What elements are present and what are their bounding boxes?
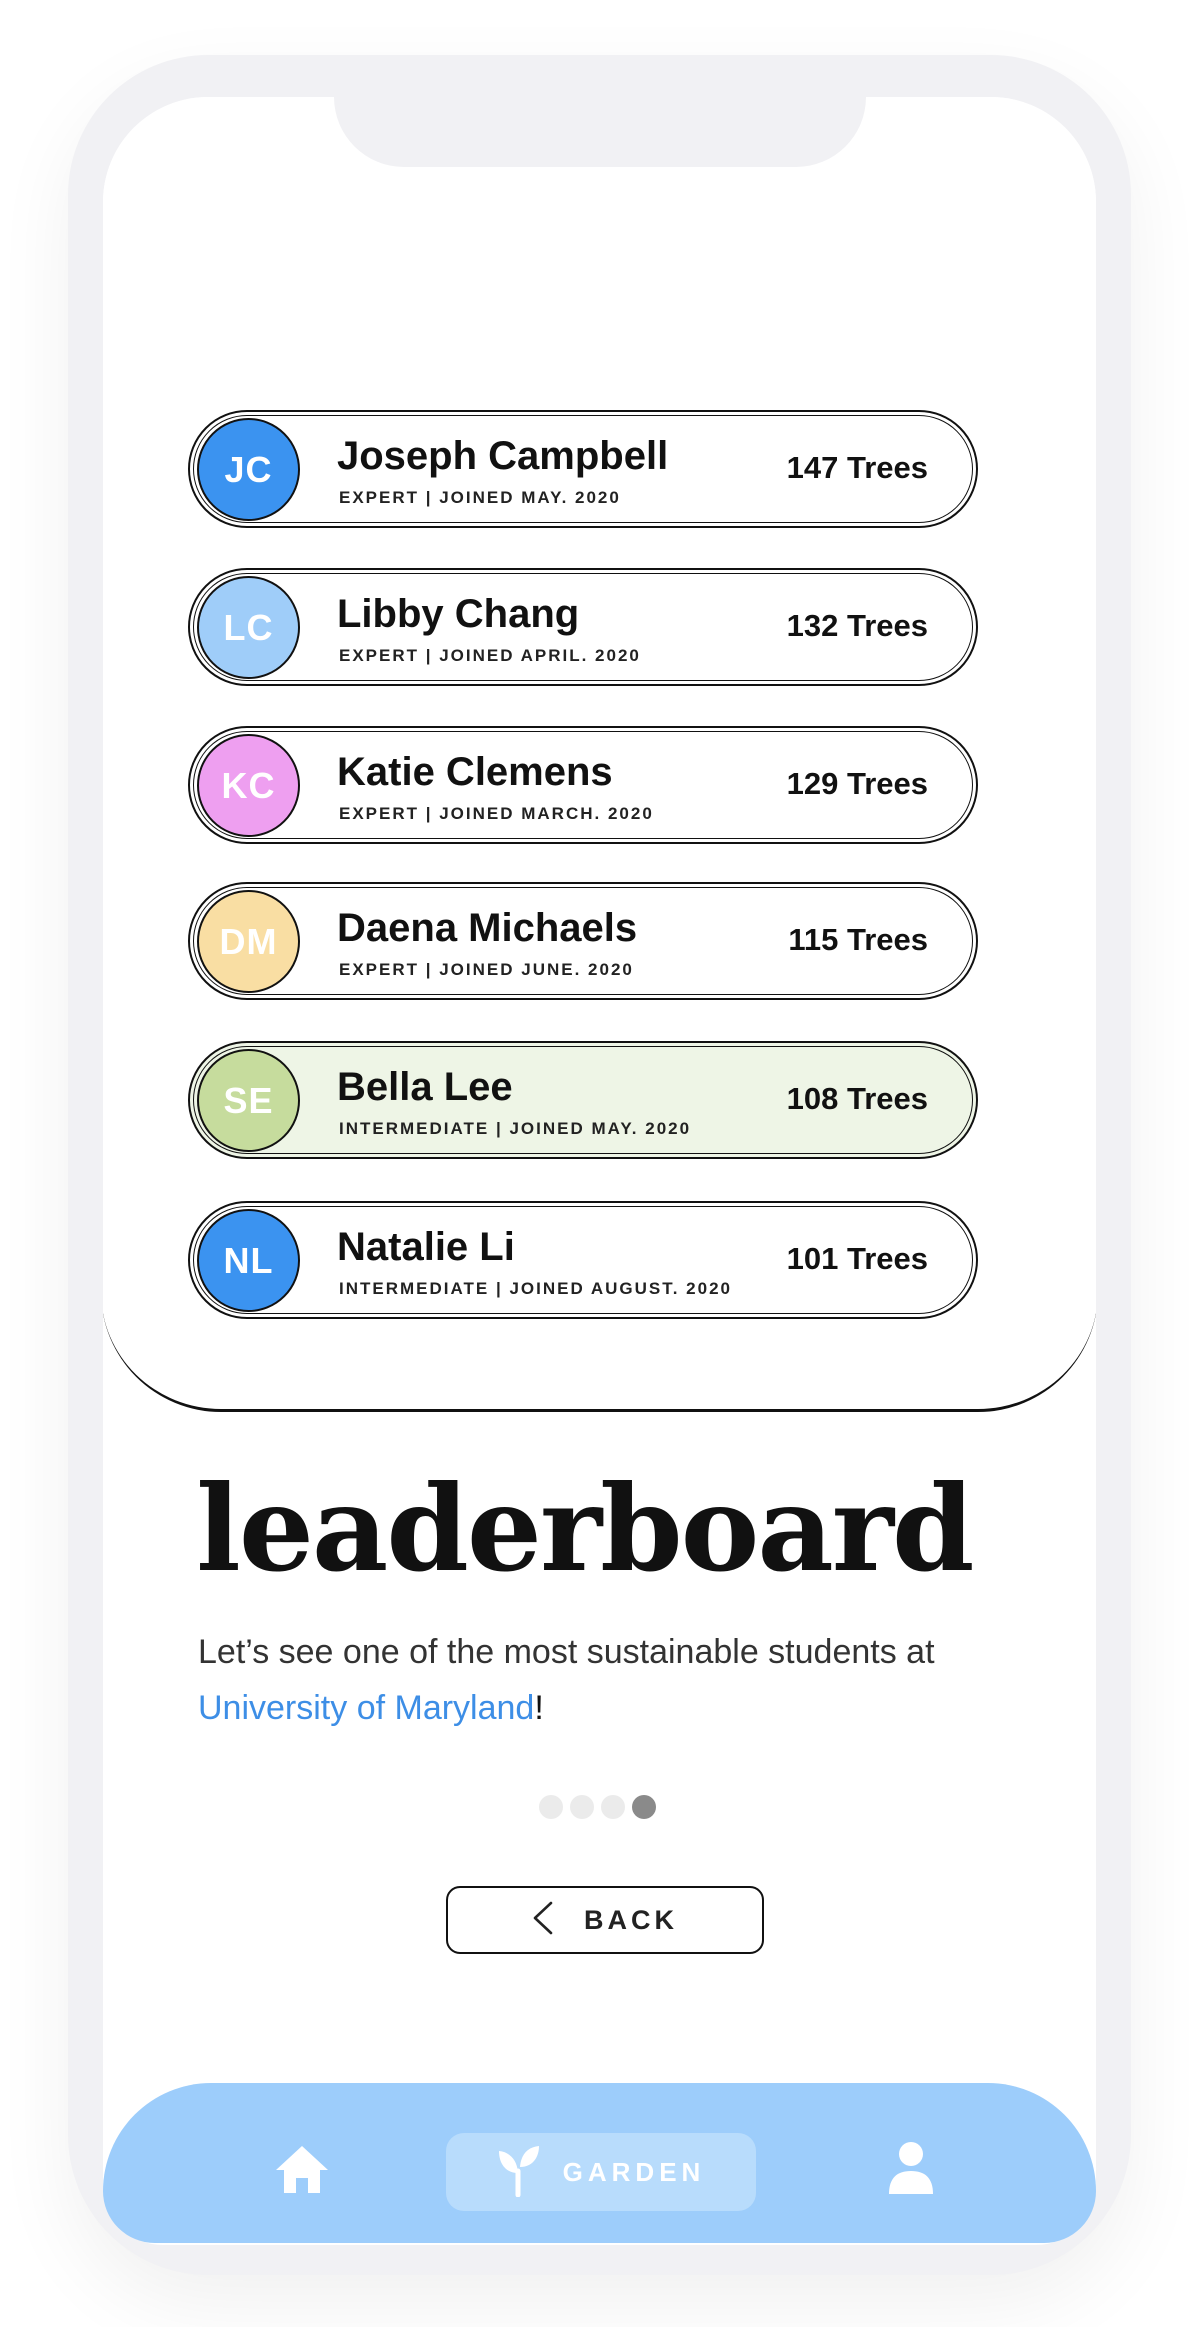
pagination-dot[interactable] bbox=[570, 1795, 594, 1819]
student-name: Joseph Campbell bbox=[337, 434, 669, 478]
subtitle-text: Let’s see one of the most sustainable st… bbox=[198, 1633, 935, 1671]
student-meta: INTERMEDIATE | JOINED MAY. 2020 bbox=[339, 1119, 692, 1138]
student-meta: EXPERT | JOINED APRIL. 2020 bbox=[339, 646, 641, 665]
leaderboard-row[interactable]: KC Katie Clemens EXPERT | JOINED MARCH. … bbox=[188, 726, 978, 844]
student-name: Katie Clemens bbox=[337, 750, 613, 794]
student-meta: EXPERT | JOINED MAY. 2020 bbox=[339, 488, 621, 507]
nav-home[interactable] bbox=[273, 2143, 331, 2200]
pagination-dot-active[interactable] bbox=[632, 1795, 656, 1819]
user-icon bbox=[887, 2142, 935, 2200]
avatar: JC bbox=[197, 418, 300, 521]
university-link[interactable]: University of Maryland bbox=[198, 1689, 534, 1727]
subtitle-end: ! bbox=[534, 1689, 544, 1727]
tree-count: 108 Trees bbox=[786, 1081, 928, 1116]
page-subtitle: Let’s see one of the most sustainable st… bbox=[198, 1624, 1018, 1736]
leaderboard-row[interactable]: LC Libby Chang EXPERT | JOINED APRIL. 20… bbox=[188, 568, 978, 686]
leaderboard-row[interactable]: NL Natalie Li INTERMEDIATE | JOINED AUGU… bbox=[188, 1201, 978, 1319]
leaderboard-row[interactable]: DM Daena Michaels EXPERT | JOINED JUNE. … bbox=[188, 882, 978, 1000]
chevron-left-icon bbox=[532, 1901, 554, 1940]
back-button[interactable]: BACK bbox=[446, 1886, 764, 1954]
avatar: DM bbox=[197, 890, 300, 993]
pagination-dots bbox=[539, 1795, 656, 1819]
student-meta: EXPERT | JOINED MARCH. 2020 bbox=[339, 804, 654, 823]
student-meta: INTERMEDIATE | JOINED AUGUST. 2020 bbox=[339, 1279, 732, 1298]
leaderboard-panel: JC Joseph Campbell EXPERT | JOINED MAY. … bbox=[103, 97, 1096, 1412]
nav-profile[interactable] bbox=[887, 2140, 935, 2201]
phone-notch bbox=[334, 97, 866, 167]
tree-count: 132 Trees bbox=[786, 608, 928, 643]
avatar: NL bbox=[197, 1209, 300, 1312]
home-icon bbox=[273, 2146, 331, 2199]
student-name: Daena Michaels bbox=[337, 906, 638, 950]
pagination-dot[interactable] bbox=[539, 1795, 563, 1819]
student-name: Natalie Li bbox=[337, 1225, 515, 1269]
tree-count: 115 Trees bbox=[788, 922, 928, 957]
leaderboard-row-current-user[interactable]: SE Bella Lee INTERMEDIATE | JOINED MAY. … bbox=[188, 1041, 978, 1159]
page-title: leaderboard bbox=[196, 1459, 974, 1598]
avatar: KC bbox=[197, 734, 300, 837]
bottom-nav-bar: GARDEN bbox=[103, 2083, 1096, 2243]
nav-garden-tab[interactable]: GARDEN bbox=[446, 2133, 756, 2211]
avatar: SE bbox=[197, 1049, 300, 1152]
student-name: Libby Chang bbox=[337, 592, 580, 636]
avatar: LC bbox=[197, 576, 300, 679]
tree-count: 129 Trees bbox=[786, 766, 928, 801]
tree-count: 101 Trees bbox=[786, 1241, 928, 1276]
student-name: Bella Lee bbox=[337, 1065, 513, 1109]
sprout-icon bbox=[497, 2143, 541, 2202]
leaderboard-row[interactable]: JC Joseph Campbell EXPERT | JOINED MAY. … bbox=[188, 410, 978, 528]
student-meta: EXPERT | JOINED JUNE. 2020 bbox=[339, 960, 634, 979]
back-button-label: BACK bbox=[584, 1904, 678, 1935]
tree-count: 147 Trees bbox=[786, 450, 928, 485]
pagination-dot[interactable] bbox=[601, 1795, 625, 1819]
nav-garden-label: GARDEN bbox=[562, 2156, 706, 2187]
